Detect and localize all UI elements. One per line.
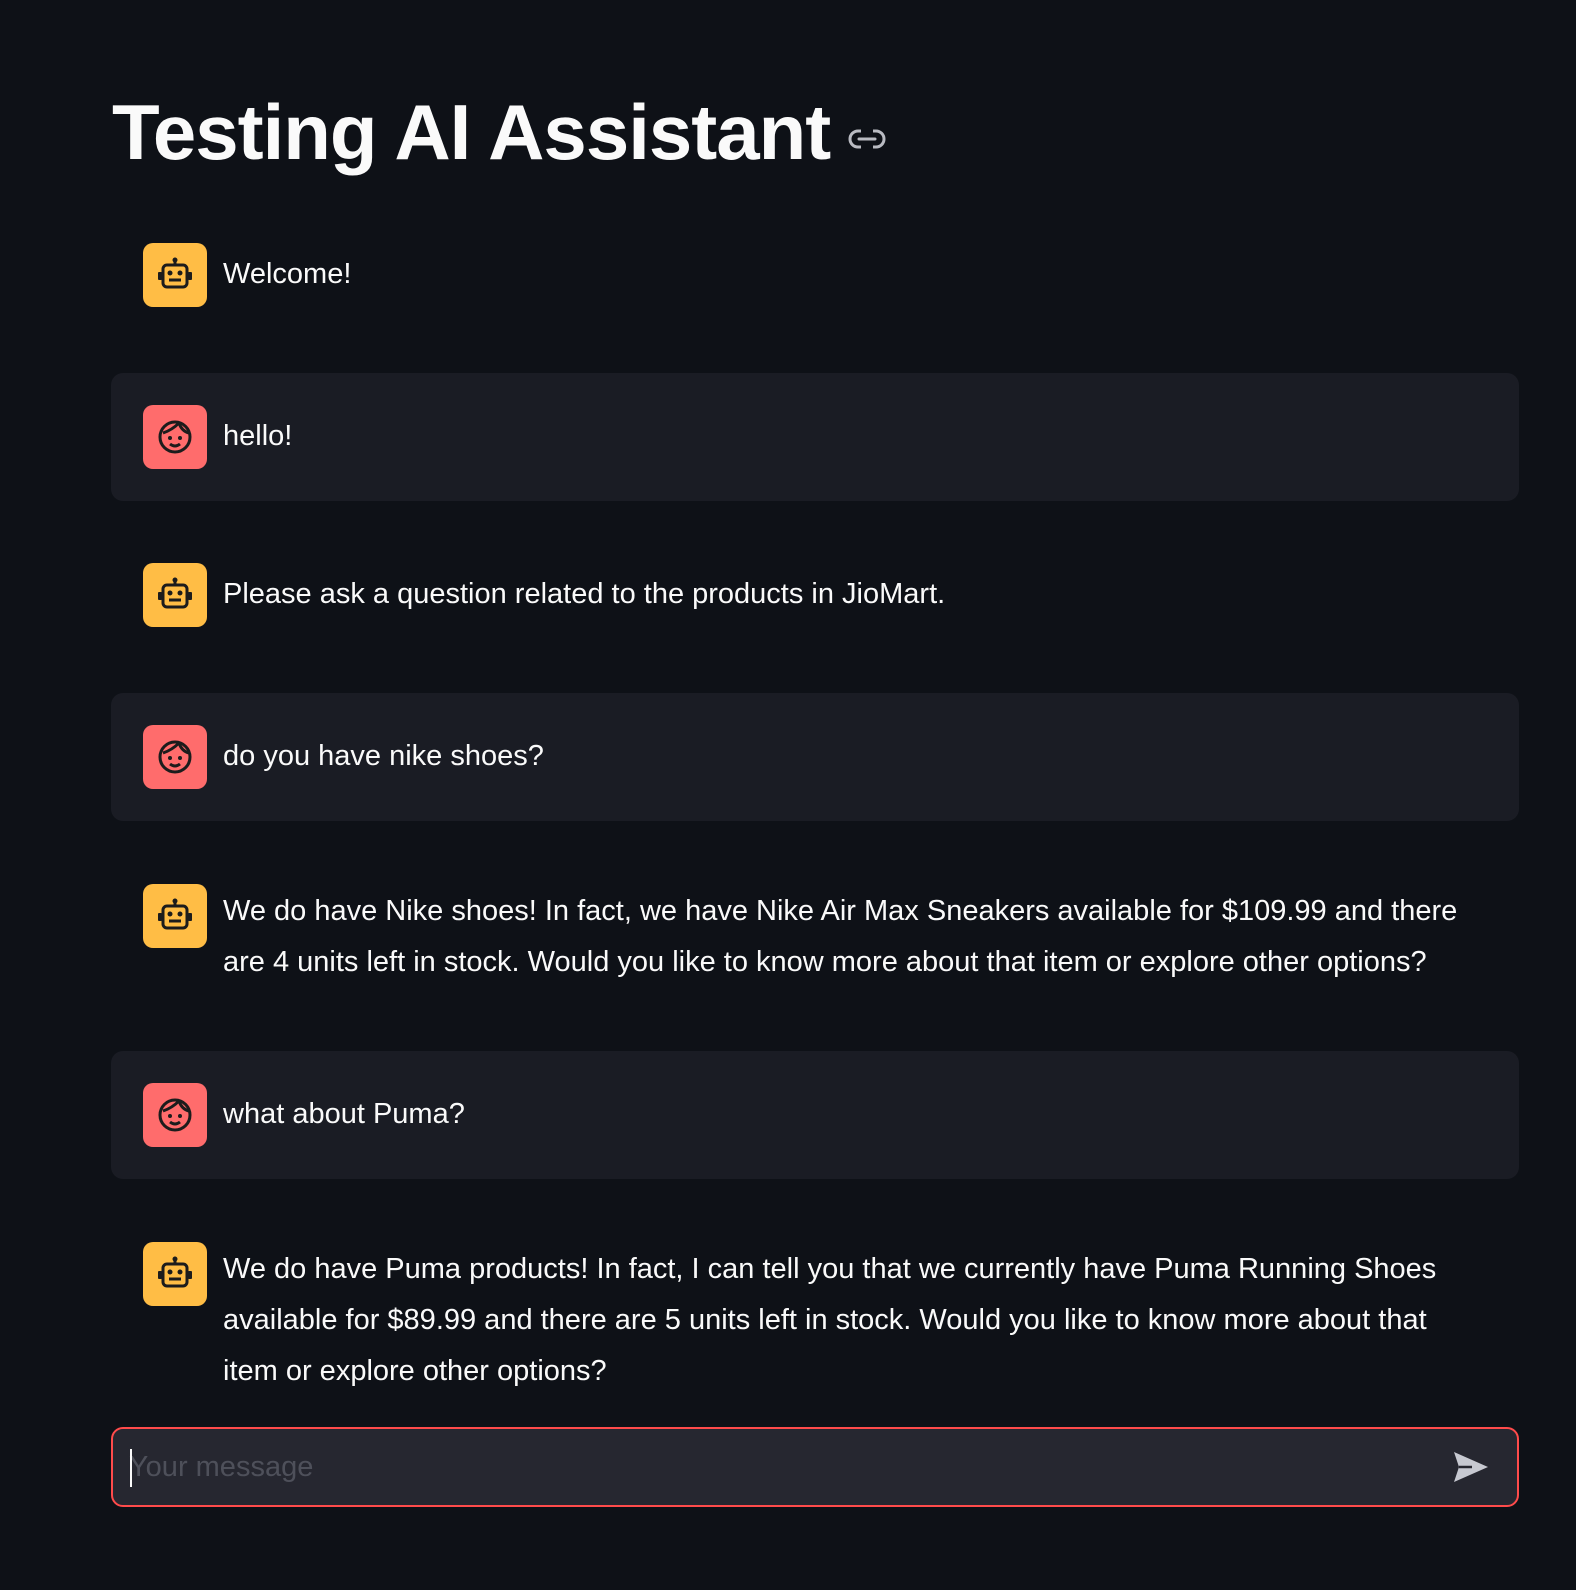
chat-message-assistant: We do have Nike shoes! In fact, we have … [111, 852, 1519, 1012]
message-text: Please ask a question related to the pro… [223, 578, 946, 610]
chat-input-container [111, 1427, 1519, 1507]
text-caret [130, 1449, 132, 1487]
chat-message-assistant: We do have Puma products! In fact, I can… [111, 1210, 1519, 1410]
message-text: Welcome! [223, 258, 352, 290]
title-row: Testing AI Assistant [112, 84, 886, 180]
user-face-icon [143, 1083, 207, 1147]
user-face-icon [143, 725, 207, 789]
chat-message-input[interactable] [113, 1429, 1441, 1505]
robot-icon [143, 884, 207, 948]
robot-icon [143, 1242, 207, 1306]
send-button[interactable] [1441, 1437, 1501, 1497]
page-title: Testing AI Assistant [112, 88, 831, 176]
chat-message-user: do you have nike shoes? [111, 693, 1519, 821]
chat-message-assistant: Welcome! [111, 211, 1519, 339]
user-face-icon [143, 405, 207, 469]
chat-message-user: hello! [111, 373, 1519, 501]
chat-message-assistant: Please ask a question related to the pro… [111, 531, 1519, 659]
message-text: hello! [223, 420, 293, 452]
send-icon [1454, 1452, 1488, 1482]
robot-icon [143, 243, 207, 307]
app-root: Testing AI Assistant Welcome! hello! Ple… [0, 0, 1576, 1590]
link-icon[interactable] [848, 126, 886, 152]
message-text: what about Puma? [223, 1098, 465, 1130]
robot-icon [143, 563, 207, 627]
chat-message-user: what about Puma? [111, 1051, 1519, 1179]
message-text: We do have Nike shoes! In fact, we have … [223, 895, 1458, 978]
message-text: do you have nike shoes? [223, 740, 544, 772]
message-text: We do have Puma products! In fact, I can… [223, 1253, 1437, 1387]
